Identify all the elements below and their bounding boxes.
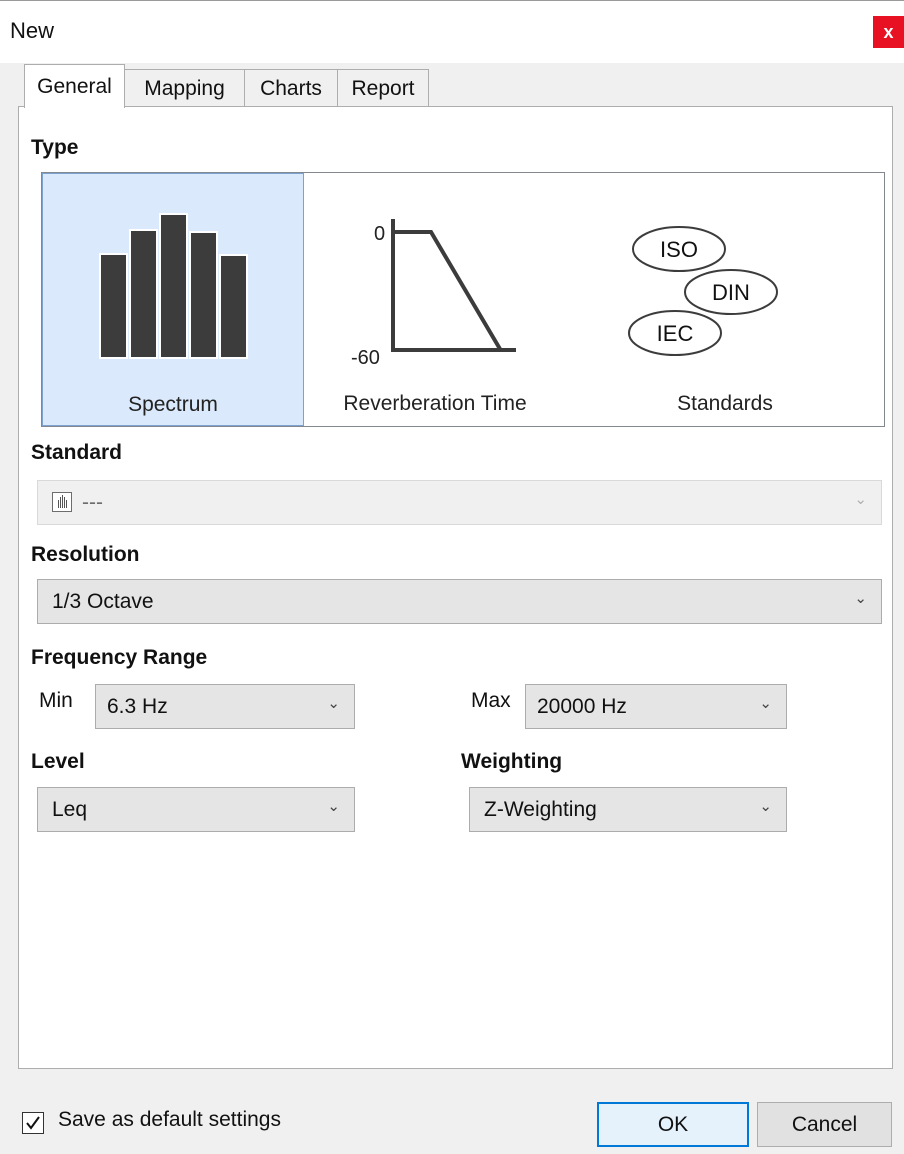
- standard-value: ---: [82, 491, 103, 514]
- chevron-down-icon: ⌄: [759, 798, 772, 815]
- tab-report[interactable]: Report: [337, 69, 429, 107]
- din-badge: DIN: [712, 280, 750, 305]
- level-dropdown[interactable]: Leq ⌄: [37, 787, 355, 832]
- reverberation-curve-icon: 0 -60: [351, 219, 516, 369]
- ok-button[interactable]: OK: [597, 1102, 749, 1147]
- dialog-footer: Save as default settings OK Cancel: [0, 1069, 904, 1154]
- tab-charts[interactable]: Charts: [244, 69, 338, 107]
- tab-general[interactable]: General: [24, 64, 125, 108]
- standard-label: Standard: [31, 441, 123, 464]
- chevron-down-icon: ⌄: [327, 695, 340, 712]
- type-selector: Spectrum 0 -60 Reverberation Time ISO DI…: [41, 172, 885, 427]
- max-frequency-dropdown[interactable]: 20000 Hz ⌄: [525, 684, 787, 729]
- type-option-standards[interactable]: ISO DIN IEC Standards: [566, 173, 884, 426]
- type-option-spectrum[interactable]: Spectrum: [42, 173, 304, 426]
- standard-dropdown[interactable]: --- ⌄: [37, 480, 882, 525]
- min-label: Min: [39, 689, 73, 712]
- resolution-dropdown[interactable]: 1/3 Octave ⌄: [37, 579, 882, 624]
- frequency-range-label: Frequency Range: [31, 646, 208, 669]
- spectrum-small-icon: [52, 492, 72, 512]
- chevron-down-icon: ⌄: [854, 590, 867, 607]
- cancel-button-label: Cancel: [791, 1112, 858, 1136]
- checkmark-icon: [26, 1116, 40, 1130]
- chevron-down-icon: ⌄: [327, 798, 340, 815]
- save-default-label[interactable]: Save as default settings: [58, 1108, 281, 1132]
- spectrum-bars-icon: [99, 213, 248, 359]
- type-option-reverberation-time[interactable]: 0 -60 Reverberation Time: [304, 173, 566, 426]
- weighting-label: Weighting: [461, 750, 563, 773]
- axis-top-label: 0: [374, 223, 385, 245]
- window-title: New: [10, 18, 55, 43]
- iec-badge: IEC: [657, 321, 694, 346]
- type-option-label: Spectrum: [128, 393, 218, 416]
- cancel-button[interactable]: Cancel: [757, 1102, 892, 1147]
- type-option-label: Reverberation Time: [343, 392, 527, 415]
- standards-icon: ISO DIN IEC: [628, 226, 778, 356]
- min-frequency-dropdown[interactable]: 6.3 Hz ⌄: [95, 684, 355, 729]
- resolution-label: Resolution: [31, 543, 140, 566]
- min-frequency-value: 6.3 Hz: [107, 695, 168, 718]
- ok-button-label: OK: [657, 1112, 689, 1136]
- tab-label: General: [37, 74, 112, 98]
- level-value: Leq: [52, 798, 88, 821]
- weighting-dropdown[interactable]: Z-Weighting ⌄: [469, 787, 787, 832]
- type-option-label: Standards: [677, 392, 773, 415]
- tab-label: Report: [351, 76, 415, 100]
- axis-bottom-label: -60: [351, 347, 380, 369]
- resolution-value: 1/3 Octave: [52, 590, 154, 613]
- tab-label: Mapping: [144, 76, 225, 100]
- tab-label: Charts: [260, 76, 322, 100]
- chevron-down-icon: ⌄: [759, 695, 772, 712]
- save-default-checkbox[interactable]: [22, 1112, 44, 1134]
- close-icon: x: [883, 21, 894, 42]
- level-label: Level: [31, 750, 85, 773]
- chevron-down-icon: ⌄: [854, 491, 867, 508]
- close-button[interactable]: x: [873, 16, 904, 48]
- tab-mapping[interactable]: Mapping: [124, 69, 245, 107]
- title-bar: New x: [0, 0, 904, 63]
- general-tab-panel: Type Spectrum 0 -60 Reverberation Time I…: [18, 106, 893, 1069]
- type-section-label: Type: [31, 136, 79, 159]
- max-frequency-value: 20000 Hz: [537, 695, 627, 718]
- max-label: Max: [471, 689, 511, 712]
- iso-badge: ISO: [660, 237, 698, 262]
- weighting-value: Z-Weighting: [484, 798, 597, 821]
